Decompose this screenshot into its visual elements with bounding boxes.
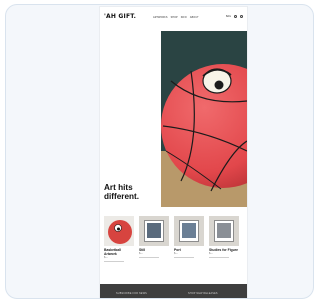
divider <box>174 257 194 258</box>
product-image <box>217 223 231 238</box>
hero-headline: Art hits different. <box>104 183 139 201</box>
product-card[interactable]: Studies for Figure $— <box>209 216 239 258</box>
product-row: Basketball Artwork $— Still $— Port $— S… <box>100 216 247 284</box>
website-preview: 'AH GIFT. ARTWORKS SHOP INFO ABOUT BAG A… <box>100 7 247 298</box>
product-price: $— <box>139 252 143 255</box>
product-image <box>182 223 196 238</box>
divider <box>209 257 229 258</box>
product-price: $— <box>104 256 108 259</box>
bag-label[interactable]: BAG <box>226 15 231 18</box>
nav-item-about[interactable]: ABOUT <box>190 16 199 19</box>
product-thumbnail[interactable] <box>209 216 239 246</box>
account-icon[interactable] <box>240 15 243 18</box>
footer-link-left[interactable]: SUBSCRIBE FOR NEWS <box>116 292 147 295</box>
divider <box>139 257 159 258</box>
product-name[interactable]: Basketball Artwork <box>104 248 134 256</box>
product-card[interactable]: Basketball Artwork $— <box>104 216 134 262</box>
product-name[interactable]: Studies for Figure <box>209 248 239 252</box>
product-thumbnail[interactable] <box>174 216 204 246</box>
product-image <box>108 220 132 244</box>
nav-item-shop[interactable]: SHOP <box>171 16 178 19</box>
header-icons: BAG <box>226 15 243 18</box>
product-thumbnail[interactable] <box>139 216 169 246</box>
product-card[interactable]: Still $— <box>139 216 169 258</box>
site-logo[interactable]: 'AH GIFT. <box>104 13 136 20</box>
product-price: $— <box>209 252 213 255</box>
headline-line-2: different. <box>104 192 140 201</box>
headline-line-1: Art hits <box>104 183 133 192</box>
site-header: 'AH GIFT. ARTWORKS SHOP INFO ABOUT BAG <box>100 7 247 27</box>
nav-item-artworks[interactable]: ARTWORKS <box>153 16 168 19</box>
nav-item-info[interactable]: INFO <box>181 16 187 19</box>
basketball-illustration <box>161 31 247 207</box>
hero-image <box>161 31 247 207</box>
footer-link-right[interactable]: SHOP NEW RELEASES <box>188 292 218 295</box>
product-image <box>147 223 161 238</box>
main-nav: ARTWORKS SHOP INFO ABOUT <box>153 16 199 19</box>
product-card[interactable]: Port $— <box>174 216 204 258</box>
preview-card: 'AH GIFT. ARTWORKS SHOP INFO ABOUT BAG A… <box>5 4 314 299</box>
product-price: $— <box>174 252 178 255</box>
divider <box>104 261 124 262</box>
product-thumbnail[interactable] <box>104 216 134 246</box>
search-icon[interactable] <box>234 15 237 18</box>
footer-bar: SUBSCRIBE FOR NEWS SHOP NEW RELEASES <box>100 284 247 298</box>
